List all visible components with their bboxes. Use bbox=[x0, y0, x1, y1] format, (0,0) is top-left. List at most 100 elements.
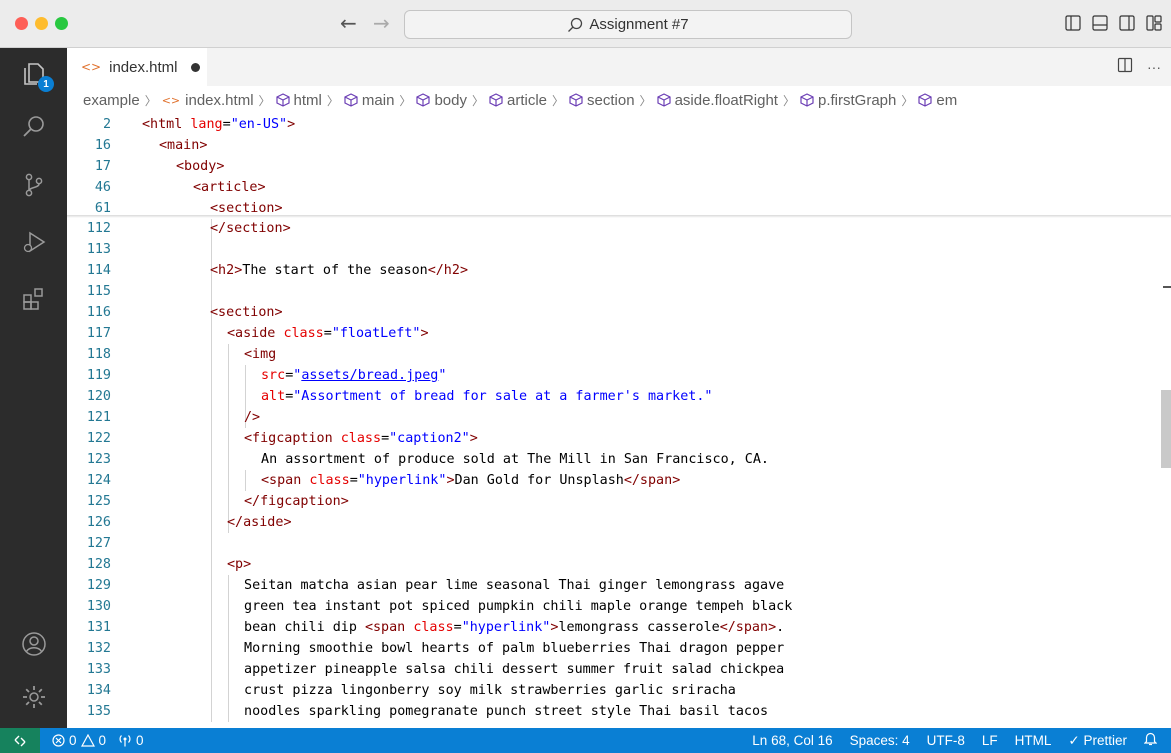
code-line[interactable]: 129 Seitan matcha asian pear lime seasona… bbox=[67, 575, 1157, 596]
settings-gear-icon[interactable] bbox=[0, 673, 67, 721]
language-mode[interactable]: HTML bbox=[1015, 733, 1052, 748]
sticky-scroll-shadow bbox=[67, 215, 1171, 218]
prettier-label: Prettier bbox=[1083, 732, 1127, 748]
extensions-icon[interactable] bbox=[0, 275, 67, 323]
indentation-setting[interactable]: Spaces: 4 bbox=[850, 733, 910, 748]
breadcrumb-item[interactable]: html bbox=[275, 92, 322, 109]
breadcrumb-item[interactable]: section bbox=[569, 92, 635, 109]
back-arrow-icon[interactable]: ← bbox=[340, 11, 357, 35]
chevron-right-icon: 〉 bbox=[399, 93, 412, 108]
code-text: green tea instant pot spiced pumpkin chi… bbox=[244, 599, 793, 614]
code-line[interactable]: 125 </figcaption> bbox=[67, 491, 1157, 512]
search-icon[interactable] bbox=[0, 103, 67, 151]
code-line[interactable]: 122 <figcaption class="caption2"> bbox=[67, 428, 1157, 449]
breadcrumb-item[interactable]: article bbox=[489, 92, 547, 109]
code-line[interactable]: 114 <h2>The start of the season</h2> bbox=[67, 260, 1157, 281]
code-line[interactable]: 135 noodles sparkling pomegranate punch s… bbox=[67, 701, 1157, 722]
tab-index-html[interactable]: <> index.html bbox=[67, 48, 207, 86]
ports-indicator[interactable]: 0 bbox=[118, 733, 144, 748]
code-text: <figcaption class="caption2"> bbox=[244, 431, 478, 446]
activity-bar: 1 bbox=[0, 48, 67, 728]
line-number: 114 bbox=[86, 263, 111, 278]
code-text: <html lang="en-US"> bbox=[142, 117, 296, 132]
code-line[interactable]: 134 crust pizza lingonberry soy milk stra… bbox=[67, 680, 1157, 701]
problems-indicator[interactable]: 0 0 bbox=[52, 733, 106, 748]
prettier-status[interactable]: ✓ Prettier bbox=[1068, 733, 1127, 749]
line-number: 128 bbox=[86, 557, 111, 572]
close-window-button[interactable] bbox=[15, 17, 28, 30]
run-debug-icon[interactable] bbox=[0, 218, 67, 266]
code-line[interactable]: 126 </aside> bbox=[67, 512, 1157, 533]
breadcrumb-item[interactable]: example bbox=[83, 92, 140, 109]
ports-count: 0 bbox=[136, 733, 144, 748]
code-line[interactable]: 115 bbox=[67, 281, 1157, 302]
forward-arrow-icon[interactable]: → bbox=[373, 11, 390, 35]
code-line[interactable]: 131 bean chili dip <span class="hyperlink… bbox=[67, 617, 1157, 638]
minimize-window-button[interactable] bbox=[35, 17, 48, 30]
code-line[interactable]: 118 <img bbox=[67, 344, 1157, 365]
remote-indicator-icon[interactable] bbox=[0, 728, 40, 753]
line-number: 116 bbox=[86, 305, 111, 320]
cursor-position[interactable]: Ln 68, Col 16 bbox=[752, 733, 832, 748]
breadcrumb-item[interactable]: p.firstGraph bbox=[800, 92, 896, 109]
command-center-search[interactable]: Assignment #7 bbox=[404, 10, 852, 39]
notifications-bell-icon[interactable] bbox=[1143, 732, 1158, 749]
breadcrumb-item[interactable]: aside.floatRight bbox=[656, 92, 778, 109]
code-line[interactable]: 112 </section> bbox=[67, 218, 1157, 239]
source-control-icon[interactable] bbox=[0, 161, 67, 209]
sticky-scroll-line[interactable]: 16 <main> bbox=[67, 135, 1157, 156]
line-number: 115 bbox=[86, 284, 111, 299]
element-cube-icon bbox=[569, 93, 583, 107]
checkmark-icon: ✓ bbox=[1068, 732, 1084, 748]
code-line[interactable]: 133 appetizer pineapple salsa chili desse… bbox=[67, 659, 1157, 680]
breadcrumb-item[interactable]: em bbox=[918, 92, 957, 109]
chevron-right-icon: 〉 bbox=[326, 93, 339, 108]
sticky-scroll-line[interactable]: 2 <html lang="en-US"> bbox=[67, 114, 1157, 135]
code-line[interactable]: 123 An assortment of produce sold at The … bbox=[67, 449, 1157, 470]
code-line[interactable]: 127 bbox=[67, 533, 1157, 554]
code-line[interactable]: 124 <span class="hyperlink">Dan Gold for … bbox=[67, 470, 1157, 491]
code-line[interactable]: 130 green tea instant pot spiced pumpkin … bbox=[67, 596, 1157, 617]
code-editor[interactable]: 112 </section> 113 114 <h2>The start of the … bbox=[67, 114, 1171, 728]
code-text: </aside> bbox=[227, 515, 292, 530]
code-text: bean chili dip <span class="hyperlink">l… bbox=[244, 620, 785, 635]
breadcrumb-item[interactable]: main bbox=[344, 92, 394, 109]
line-number: 112 bbox=[86, 221, 111, 236]
code-line[interactable]: 128 <p> bbox=[67, 554, 1157, 575]
code-text: <p> bbox=[227, 557, 252, 572]
code-line[interactable]: 116 <section> bbox=[67, 302, 1157, 323]
breadcrumb-item[interactable]: body bbox=[416, 92, 467, 109]
more-actions-icon[interactable]: ··· bbox=[1147, 59, 1161, 75]
sticky-scroll-line[interactable]: 46 <article> bbox=[67, 177, 1157, 198]
line-number: 46 bbox=[94, 180, 111, 195]
code-line[interactable]: 113 bbox=[67, 239, 1157, 260]
code-line[interactable]: 119 src="assets/bread.jpeg" bbox=[67, 365, 1157, 386]
chevron-right-icon: 〉 bbox=[901, 93, 914, 108]
code-line[interactable]: 132 Morning smoothie bowl hearts of palm … bbox=[67, 638, 1157, 659]
title-bar: ← → Assignment #7 bbox=[0, 0, 1171, 48]
maximize-window-button[interactable] bbox=[55, 17, 68, 30]
toggle-secondary-sidebar-icon[interactable] bbox=[1118, 14, 1136, 37]
code-text: <img bbox=[244, 347, 277, 362]
eol-setting[interactable]: LF bbox=[982, 733, 998, 748]
sticky-scroll-line[interactable]: 17 <body> bbox=[67, 156, 1157, 177]
customize-layout-icon[interactable] bbox=[1145, 14, 1163, 37]
explorer-icon[interactable]: 1 bbox=[0, 50, 67, 98]
status-bar: 0 0 0 Ln 68, Col 16 Spaces: 4 UTF-8 LF H… bbox=[0, 728, 1171, 753]
breadcrumb-item[interactable]: <> index.html bbox=[162, 92, 254, 109]
code-text: Seitan matcha asian pear lime seasonal T… bbox=[244, 578, 785, 593]
vertical-scrollbar-thumb[interactable] bbox=[1161, 390, 1171, 468]
line-number: 119 bbox=[86, 368, 111, 383]
element-cube-icon bbox=[416, 93, 431, 107]
code-text: <h2>The start of the season</h2> bbox=[210, 263, 468, 278]
account-icon[interactable] bbox=[0, 620, 67, 668]
encoding-setting[interactable]: UTF-8 bbox=[927, 733, 965, 748]
code-line[interactable]: 120 alt="Assortment of bread for sale at … bbox=[67, 386, 1157, 407]
code-line[interactable]: 117 <aside class="floatLeft"> bbox=[67, 323, 1157, 344]
code-line[interactable]: 121 /> bbox=[67, 407, 1157, 428]
unsaved-dot-icon[interactable] bbox=[191, 62, 201, 72]
split-editor-icon[interactable] bbox=[1117, 57, 1133, 76]
line-number: 132 bbox=[86, 641, 111, 656]
toggle-panel-icon[interactable] bbox=[1091, 14, 1109, 37]
toggle-primary-sidebar-icon[interactable] bbox=[1064, 14, 1082, 37]
